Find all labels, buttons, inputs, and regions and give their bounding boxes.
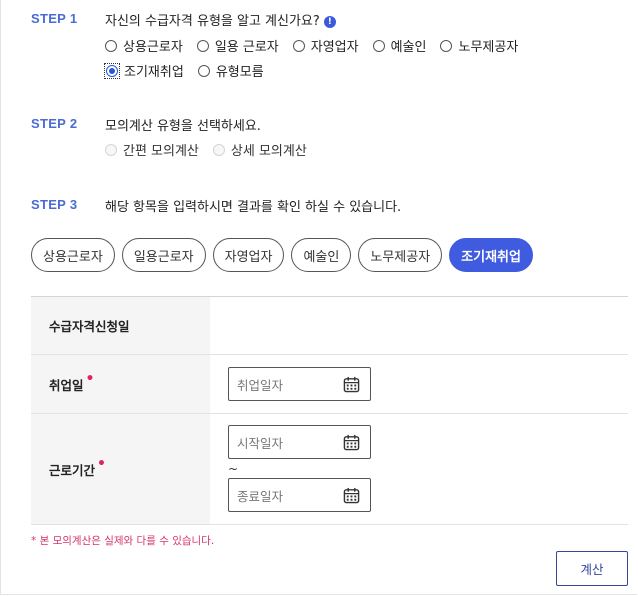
radio-self-employed[interactable]: 자영업자 bbox=[292, 36, 359, 55]
apply-date-cell bbox=[210, 297, 628, 354]
radio-artist[interactable]: 예술인 bbox=[372, 36, 427, 55]
label-text: 취업일 bbox=[49, 377, 84, 393]
start-date-input[interactable]: 시작일자 bbox=[228, 425, 371, 459]
tab-self-employed[interactable]: 자영업자 bbox=[212, 238, 285, 272]
step3-text: 해당 항목을 입력하시면 결과를 확인 하실 수 있습니다. bbox=[105, 200, 402, 215]
form-row-apply-date: 수급자격신청일 bbox=[31, 297, 628, 355]
radio-circle[interactable] bbox=[105, 143, 117, 156]
radio-circle[interactable] bbox=[197, 64, 210, 77]
step1-question: 자신의 수급자격 유형을 알고 계신가요?! bbox=[105, 10, 336, 29]
range-separator: ~ bbox=[228, 462, 239, 476]
tab-artist[interactable]: 예술인 bbox=[291, 238, 352, 272]
form-row-work-period: 근로기간 • 시작일자 ~ 종료일자 bbox=[31, 414, 628, 525]
input-placeholder: 종료일자 bbox=[237, 488, 284, 504]
calendar-icon[interactable] bbox=[343, 487, 360, 504]
step1-options-row2: 조기재취업 유형모름 bbox=[104, 61, 278, 80]
radio-label: 예술인 bbox=[390, 40, 427, 55]
step1-text: 자신의 수급자격 유형을 알고 계신가요? bbox=[105, 14, 320, 29]
radio-label: 조기재취업 bbox=[124, 65, 184, 80]
radio-daily[interactable]: 일용 근로자 bbox=[196, 36, 279, 55]
calendar-icon[interactable] bbox=[343, 376, 360, 393]
step3-label: STEP 3 bbox=[31, 197, 78, 212]
radio-labor-provider[interactable]: 노무제공자 bbox=[440, 36, 518, 55]
required-marker: • bbox=[85, 371, 95, 387]
step2-options: 간편 모의계산 상세 모의계산 bbox=[105, 140, 321, 159]
work-period-label: 근로기간 • bbox=[31, 414, 210, 524]
radio-label: 상세 모의계산 bbox=[230, 144, 307, 159]
radio-salaried[interactable]: 상용근로자 bbox=[105, 36, 183, 55]
work-period-cell: 시작일자 ~ 종료일자 bbox=[210, 414, 628, 524]
radio-detailed-calc[interactable]: 상세 모의계산 bbox=[212, 140, 307, 159]
label-text: 수급자격신청일 bbox=[49, 319, 130, 334]
reemploy-date-input[interactable]: 취업일자 bbox=[228, 367, 371, 401]
input-form-table: 수급자격신청일 취업일 • 취업일자 근로기간 • 시작일자 ~ 종료일자 bbox=[31, 296, 628, 525]
radio-early-reemployment[interactable]: 조기재취업 bbox=[104, 61, 184, 80]
form-row-reemploy-date: 취업일 • 취업일자 bbox=[31, 355, 628, 414]
step1-options-row1: 상용근로자 일용 근로자 자영업자 예술인 노무제공자 bbox=[105, 36, 532, 55]
reemploy-date-label: 취업일 • bbox=[31, 355, 210, 413]
input-placeholder: 취업일자 bbox=[237, 377, 284, 393]
input-placeholder: 시작일자 bbox=[237, 435, 284, 451]
tab-early-reemployment[interactable]: 조기재취업 bbox=[449, 238, 533, 272]
radio-circle[interactable] bbox=[196, 39, 209, 52]
calculate-button[interactable]: 계산 bbox=[556, 551, 628, 586]
radio-circle[interactable] bbox=[105, 39, 117, 52]
radio-circle[interactable] bbox=[440, 39, 453, 52]
radio-label: 노무제공자 bbox=[458, 40, 519, 55]
radio-label: 상용근로자 bbox=[123, 40, 183, 55]
tab-labor-provider[interactable]: 노무제공자 bbox=[358, 238, 443, 272]
reemploy-date-cell: 취업일자 bbox=[210, 355, 628, 413]
tab-salaried[interactable]: 상용근로자 bbox=[31, 238, 115, 272]
disclaimer-notice: * 본 모의계산은 실제와 다를 수 있습니다. bbox=[31, 535, 215, 547]
radio-label: 간편 모의계산 bbox=[123, 144, 199, 159]
calendar-icon[interactable] bbox=[343, 434, 360, 451]
radio-circle[interactable] bbox=[292, 39, 305, 52]
required-marker: • bbox=[97, 456, 106, 472]
end-date-input[interactable]: 종료일자 bbox=[228, 478, 371, 512]
radio-simple-calc[interactable]: 간편 모의계산 bbox=[105, 140, 199, 159]
info-icon[interactable]: ! bbox=[323, 16, 336, 28]
label-text: 근로기간 bbox=[49, 462, 96, 478]
step2-text: 모의계산 유형을 선택하세요. bbox=[105, 119, 261, 134]
radio-circle[interactable] bbox=[212, 143, 225, 156]
radio-unknown-type[interactable]: 유형모름 bbox=[197, 61, 264, 80]
radio-circle[interactable] bbox=[372, 39, 385, 52]
tab-daily[interactable]: 일용근로자 bbox=[121, 238, 206, 272]
step2-label: STEP 2 bbox=[31, 116, 78, 131]
radio-label: 일용 근로자 bbox=[214, 40, 279, 55]
radio-focus-ring bbox=[104, 62, 120, 79]
radio-label: 자영업자 bbox=[310, 40, 359, 55]
radio-circle-checked[interactable] bbox=[106, 64, 118, 77]
type-tabs: 상용근로자 일용근로자 자영업자 예술인 노무제공자 조기재취업 bbox=[31, 238, 540, 272]
radio-label: 유형모름 bbox=[215, 65, 264, 80]
apply-date-label: 수급자격신청일 bbox=[31, 297, 210, 354]
step1-label: STEP 1 bbox=[31, 11, 78, 26]
